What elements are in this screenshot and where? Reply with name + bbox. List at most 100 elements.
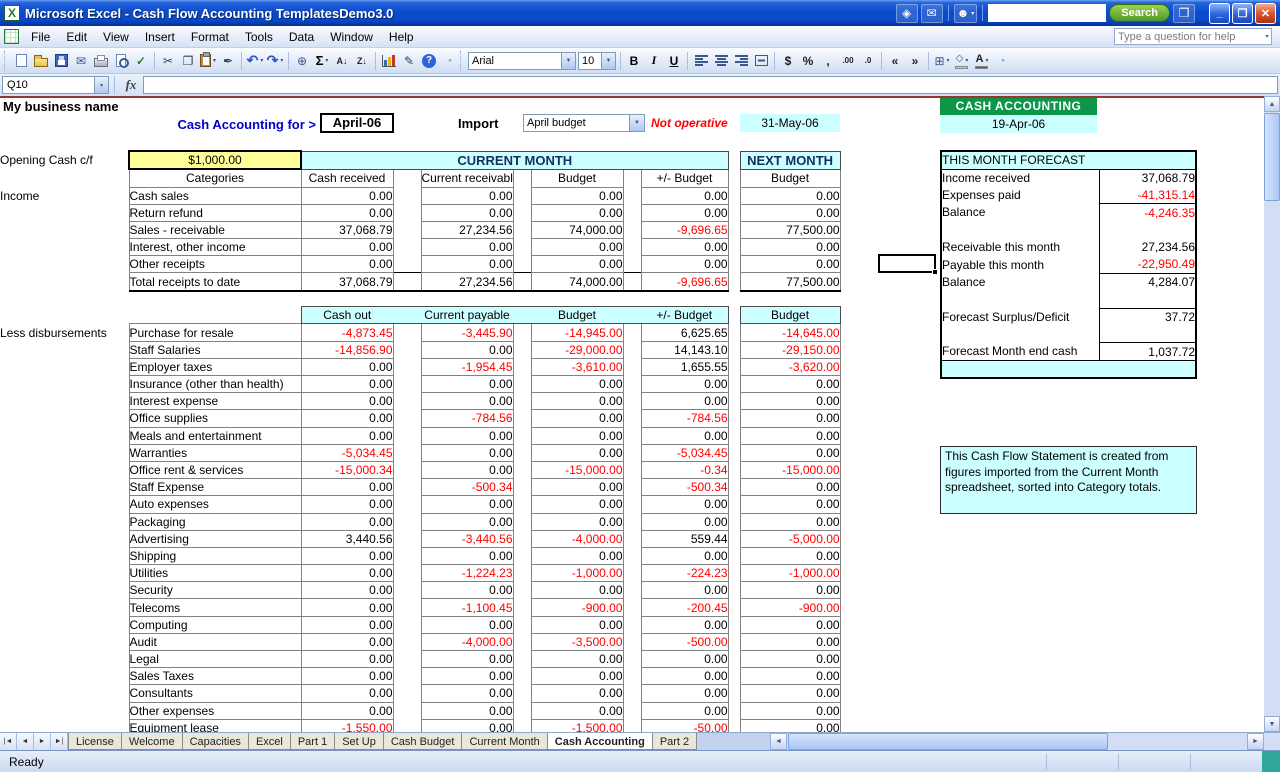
category-cell[interactable]: Insurance (other than health): [129, 376, 301, 393]
gap[interactable]: [728, 582, 740, 599]
import-label[interactable]: Import: [458, 116, 498, 131]
gap[interactable]: [728, 410, 740, 427]
section-label[interactable]: [0, 719, 129, 732]
spacer[interactable]: [393, 496, 421, 513]
tab-current-month[interactable]: Current Month: [461, 733, 547, 750]
category-cell[interactable]: Cash sales: [129, 187, 301, 204]
forecast-value[interactable]: [1099, 221, 1196, 238]
search-input[interactable]: [988, 4, 1106, 22]
section-label[interactable]: [0, 616, 129, 633]
name-box-dropdown[interactable]: ▾: [94, 76, 109, 94]
section-label[interactable]: [0, 651, 129, 668]
value-cell[interactable]: 3,440.56: [301, 530, 393, 547]
spacer[interactable]: [513, 376, 531, 393]
value-cell[interactable]: -9,696.65: [641, 273, 728, 291]
category-cell[interactable]: Shipping: [129, 547, 301, 564]
value-cell[interactable]: 0.00: [641, 547, 728, 564]
category-cell[interactable]: Audit: [129, 633, 301, 650]
category-cell[interactable]: Employer taxes: [129, 358, 301, 375]
category-cell[interactable]: Staff Expense: [129, 479, 301, 496]
toolbar-grip[interactable]: [460, 51, 463, 71]
value-cell[interactable]: 0.00: [531, 187, 623, 204]
minimize-button[interactable]: _: [1209, 3, 1230, 24]
category-cell[interactable]: Equipment lease: [129, 719, 301, 732]
value-cell[interactable]: -4,000.00: [421, 633, 513, 650]
value-cell[interactable]: -15,000.34: [301, 461, 393, 478]
value-cell[interactable]: -14,856.90: [301, 341, 393, 358]
gap[interactable]: [728, 633, 740, 650]
spacer[interactable]: [623, 393, 641, 410]
value-cell[interactable]: 559.44: [641, 530, 728, 547]
value-cell[interactable]: -3,620.00: [740, 358, 840, 375]
toolbar-options-button[interactable]: »: [439, 51, 459, 71]
gap[interactable]: [728, 169, 740, 187]
spacer[interactable]: [513, 702, 531, 719]
spacer[interactable]: [393, 702, 421, 719]
spacer[interactable]: [623, 547, 641, 564]
gap[interactable]: [728, 427, 740, 444]
category-cell[interactable]: Other receipts: [129, 256, 301, 273]
column-header[interactable]: Categories: [129, 169, 301, 187]
help-question-box[interactable]: ▾: [1114, 28, 1272, 45]
toolbar-options-button[interactable]: »: [992, 51, 1012, 71]
value-cell[interactable]: 0.00: [740, 256, 840, 273]
value-cell[interactable]: 0.00: [531, 685, 623, 702]
value-cell[interactable]: 0.00: [421, 685, 513, 702]
gap[interactable]: [728, 530, 740, 547]
cut-button[interactable]: ✂: [158, 51, 178, 71]
spacer[interactable]: [393, 513, 421, 530]
spacer[interactable]: [513, 341, 531, 358]
section-label[interactable]: [0, 513, 129, 530]
gap[interactable]: [728, 719, 740, 732]
value-cell[interactable]: 0.00: [301, 582, 393, 599]
forecast-label[interactable]: Balance: [941, 204, 1099, 221]
forecast-value[interactable]: -22,950.49: [1099, 256, 1196, 273]
email-button[interactable]: ✉: [71, 51, 91, 71]
section-label[interactable]: Income: [0, 187, 129, 204]
spacer[interactable]: [513, 239, 531, 256]
spacer[interactable]: [623, 530, 641, 547]
value-cell[interactable]: 0.00: [740, 719, 840, 732]
gap[interactable]: [728, 496, 740, 513]
gap[interactable]: [728, 151, 740, 169]
cell[interactable]: [0, 169, 129, 187]
menu-insert[interactable]: Insert: [137, 27, 183, 47]
spacer[interactable]: [623, 410, 641, 427]
merge-center-button[interactable]: [751, 51, 771, 71]
section-label[interactable]: Less disbursements: [0, 324, 129, 341]
spacer[interactable]: [623, 376, 641, 393]
value-cell[interactable]: -1,000.00: [531, 565, 623, 582]
value-cell[interactable]: 0.00: [531, 702, 623, 719]
value-cell[interactable]: 0.00: [641, 616, 728, 633]
redo-button[interactable]: ↷▾: [265, 51, 285, 71]
name-box[interactable]: Q10: [2, 76, 94, 94]
spacer[interactable]: [393, 599, 421, 616]
value-cell[interactable]: -1,224.23: [421, 565, 513, 582]
spacer[interactable]: [513, 496, 531, 513]
column-header[interactable]: Cash out: [301, 307, 393, 324]
borders-button[interactable]: ⊞▾: [932, 51, 952, 71]
value-cell[interactable]: 0.00: [740, 513, 840, 530]
value-cell[interactable]: 0.00: [531, 427, 623, 444]
spacer[interactable]: [393, 256, 421, 273]
value-cell[interactable]: 0.00: [421, 702, 513, 719]
chevron-down-icon[interactable]: ▼: [629, 115, 644, 131]
print-preview-button[interactable]: [111, 51, 131, 71]
value-cell[interactable]: -1,954.45: [421, 358, 513, 375]
value-cell[interactable]: 77,500.00: [740, 273, 840, 291]
spacer[interactable]: [623, 187, 641, 204]
value-cell[interactable]: 74,000.00: [531, 273, 623, 291]
value-cell[interactable]: -1,550.00: [301, 719, 393, 732]
value-cell[interactable]: 0.00: [301, 633, 393, 650]
value-cell[interactable]: 0.00: [740, 187, 840, 204]
category-cell[interactable]: Consultants: [129, 685, 301, 702]
value-cell[interactable]: -3,610.00: [531, 358, 623, 375]
hyperlink-button[interactable]: ⊕: [292, 51, 312, 71]
toolbar-grip[interactable]: [4, 51, 7, 71]
copy-button[interactable]: ❐: [178, 51, 198, 71]
spacer[interactable]: [393, 427, 421, 444]
section-label[interactable]: [0, 221, 129, 238]
forecast-label[interactable]: Forecast Surplus/Deficit: [941, 308, 1099, 325]
category-cell[interactable]: Computing: [129, 616, 301, 633]
spacer[interactable]: [623, 324, 641, 341]
